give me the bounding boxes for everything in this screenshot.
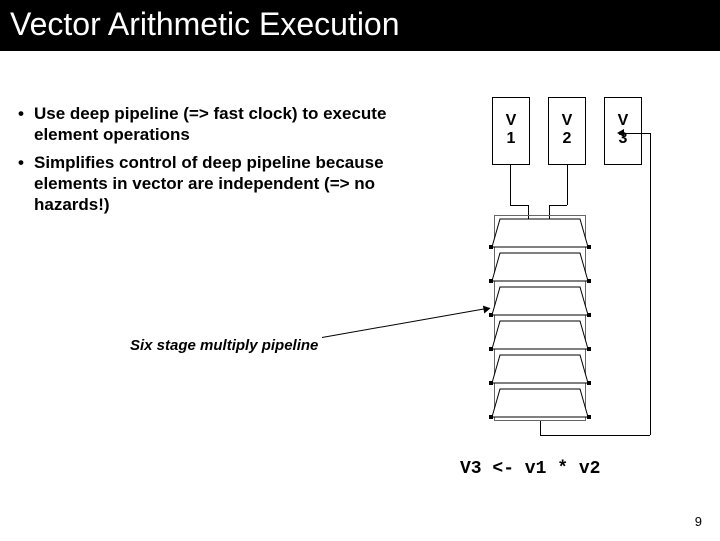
pipeline-stage (490, 387, 590, 419)
wire (540, 435, 650, 436)
reg-label-bot: 1 (493, 130, 529, 148)
pipeline-caption: Six stage multiply pipeline (130, 337, 318, 354)
bullet-marker: • (18, 103, 34, 146)
reg-label-top: V (493, 112, 529, 130)
bullet-text: Simplifies control of deep pipeline beca… (34, 152, 418, 216)
wire (567, 165, 568, 205)
bullet-item: • Simplifies control of deep pipeline be… (18, 152, 418, 216)
register-v1: V 1 (492, 97, 530, 165)
reg-label-bot: 2 (549, 130, 585, 148)
reg-label-top: V (549, 112, 585, 130)
wire (510, 165, 511, 205)
wire (650, 133, 651, 435)
bullet-list: • Use deep pipeline (=> fast clock) to e… (18, 103, 418, 221)
bullet-text: Use deep pipeline (=> fast clock) to exe… (34, 103, 418, 146)
bullet-item: • Use deep pipeline (=> fast clock) to e… (18, 103, 418, 146)
reg-label-top: V (605, 112, 641, 130)
wire (622, 133, 650, 134)
slide-title: Vector Arithmetic Execution (0, 0, 720, 51)
caption-arrow-icon (322, 307, 490, 338)
pipeline-diagram: V 1 V 2 V 3 (450, 97, 680, 457)
slide-body: • Use deep pipeline (=> fast clock) to e… (0, 51, 720, 541)
pipeline-stage (490, 285, 590, 317)
pipeline-stage (490, 217, 590, 249)
pipeline-stage (490, 319, 590, 351)
result-expression: V3 <- v1 * v2 (460, 459, 600, 479)
page-number: 9 (695, 514, 702, 529)
wire (510, 205, 528, 206)
pipeline-stage (490, 353, 590, 385)
bullet-marker: • (18, 152, 34, 216)
arrowhead-icon (617, 129, 624, 137)
register-v2: V 2 (548, 97, 586, 165)
wire (540, 421, 541, 435)
wire (549, 205, 567, 206)
pipeline-stage (490, 251, 590, 283)
